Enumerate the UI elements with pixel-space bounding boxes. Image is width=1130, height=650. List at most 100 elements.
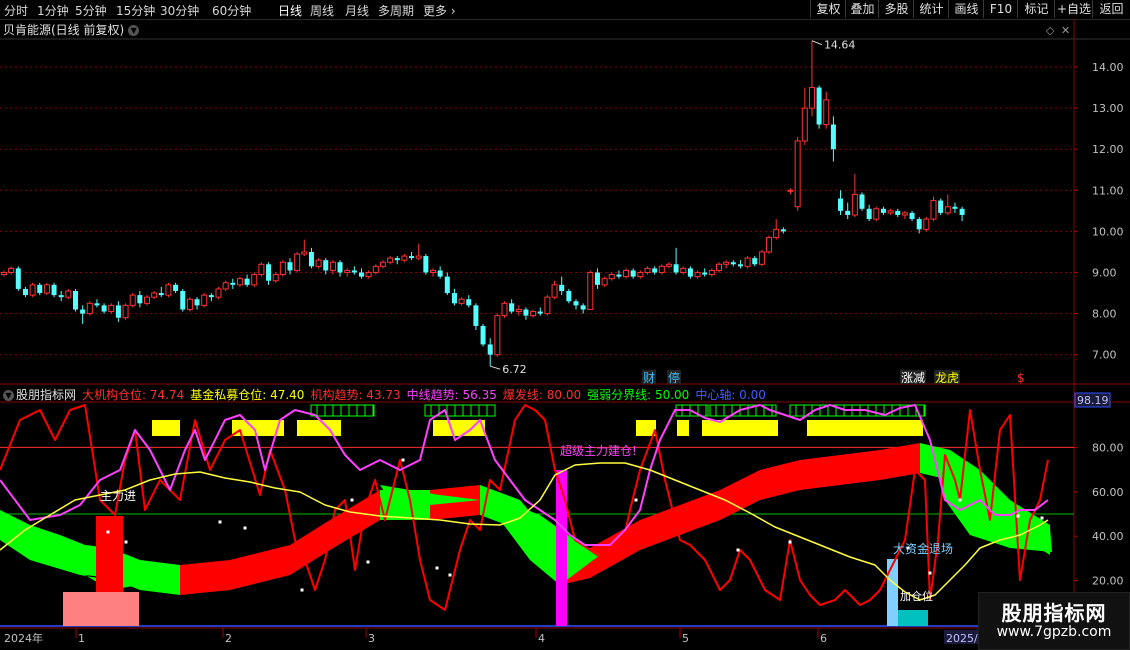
candle-body: [301, 251, 308, 255]
candle-body: [673, 264, 679, 273]
main-force-base: [63, 592, 139, 626]
low-price-label: 6.72: [502, 363, 527, 376]
date-month-label: 1: [78, 632, 85, 645]
candle-body: [279, 261, 286, 276]
candle-body: [201, 294, 208, 306]
indicator-header: ▼ 股朋指标网 大机构仓位: 74.74 基金私募仓位: 47.40 机构趋势: 43.…: [0, 386, 1075, 402]
candle-body: [258, 263, 265, 276]
candle-body: [43, 284, 50, 294]
yellow-block: [152, 420, 180, 436]
candle-body: [665, 263, 672, 267]
tick-strip: [709, 404, 777, 417]
trend-band: [760, 460, 800, 500]
candle-body: [401, 255, 408, 261]
candle-body: [1, 272, 7, 276]
signal-dot: [1040, 516, 1044, 520]
candle-body: [230, 282, 236, 285]
indicator-tick-label: 80.00: [1092, 441, 1124, 454]
candle-body: [151, 292, 158, 298]
candle-body: [766, 237, 773, 253]
indicator-value: 中心轴: 0.00: [695, 388, 766, 402]
candle-body: [165, 284, 172, 296]
yellow-block: [297, 420, 341, 436]
candle-body: [379, 261, 386, 267]
candlestick-chart[interactable]: 14.0013.0012.0011.0010.009.008.007.00 14…: [0, 0, 1130, 650]
signal-dot: [448, 573, 452, 577]
signal-dot: [634, 498, 638, 502]
candle-body: [473, 305, 479, 326]
candle-body: [208, 295, 214, 298]
candle-body: [559, 284, 565, 291]
candle-body: [51, 284, 57, 296]
candle-body: [823, 99, 830, 126]
signal-dot: [218, 520, 222, 524]
close-icon: ✕: [1061, 24, 1070, 37]
event-marker: 涨减: [901, 370, 925, 385]
candle-body: [687, 268, 693, 277]
candle-body: [215, 288, 222, 298]
indicator-value: 强弱分界线: 50.00: [587, 388, 690, 402]
candle-body: [509, 303, 515, 312]
candle-body: [694, 272, 701, 278]
candle-body: [458, 298, 465, 304]
candle-body: [916, 219, 922, 230]
candle-body: [830, 124, 836, 150]
indicator-name[interactable]: 股朋指标网: [16, 388, 76, 402]
indicator-value: 大机构仓位: 74.74: [82, 388, 185, 402]
event-marker: $: [1017, 371, 1025, 385]
candle-body: [115, 305, 121, 318]
price-tick-label: 9.00: [1092, 267, 1117, 280]
candle-body: [566, 290, 572, 302]
fill-position-label: 加仓位: [900, 589, 933, 603]
trend-band: [640, 505, 680, 550]
candle-body: [880, 208, 886, 213]
indicator-value: 机构趋势: 43.73: [310, 388, 401, 402]
candle-body: [337, 262, 343, 273]
candle-body: [437, 270, 443, 277]
candle-body: [444, 276, 450, 294]
signal-dot: [958, 498, 962, 502]
candle-body: [244, 278, 250, 285]
trend-band: [840, 450, 880, 485]
candle-body: [587, 272, 594, 310]
candle-body: [122, 304, 129, 319]
signal-dot: [788, 540, 792, 544]
signal-dot: [736, 548, 740, 552]
chevron-down-icon[interactable]: ▼: [3, 390, 14, 401]
signal-dot: [366, 560, 370, 564]
candle-body: [101, 305, 107, 312]
candle-body: [866, 208, 872, 220]
candle-body: [108, 304, 115, 313]
candle-body: [180, 290, 186, 310]
candle-body: [415, 255, 422, 259]
candle-body: [816, 87, 822, 125]
price-tick-label: 13.00: [1092, 102, 1124, 115]
candle-body: [723, 261, 730, 265]
signal-dot: [243, 526, 247, 530]
candle-body: [938, 200, 944, 213]
watermark-title: 股朋指标网: [1001, 601, 1107, 625]
candle-body: [523, 309, 529, 316]
price-tick-label: 8.00: [1092, 308, 1117, 321]
indicator-value: 中线趋势: 56.35: [406, 388, 497, 402]
candle-body: [758, 251, 765, 265]
candle-body: [608, 274, 615, 280]
candle-body: [616, 274, 622, 277]
candle-body: [173, 284, 179, 291]
indicator-tick-label: 60.00: [1092, 486, 1124, 499]
yellow-block: [702, 420, 778, 436]
trend-band: [230, 545, 290, 590]
candle-body: [887, 210, 894, 214]
trend-band: [800, 455, 840, 490]
candle-body: [387, 257, 394, 263]
candle-body: [752, 258, 758, 265]
candle-body: [129, 294, 136, 306]
candle-body: [658, 265, 665, 273]
candle-body: [530, 311, 537, 317]
candle-body: [365, 272, 372, 278]
trend-band: [935, 450, 1052, 552]
high-pointer: [811, 40, 823, 46]
candle-body: [851, 193, 858, 216]
candle-body: [895, 210, 901, 215]
candle-body: [222, 282, 229, 290]
